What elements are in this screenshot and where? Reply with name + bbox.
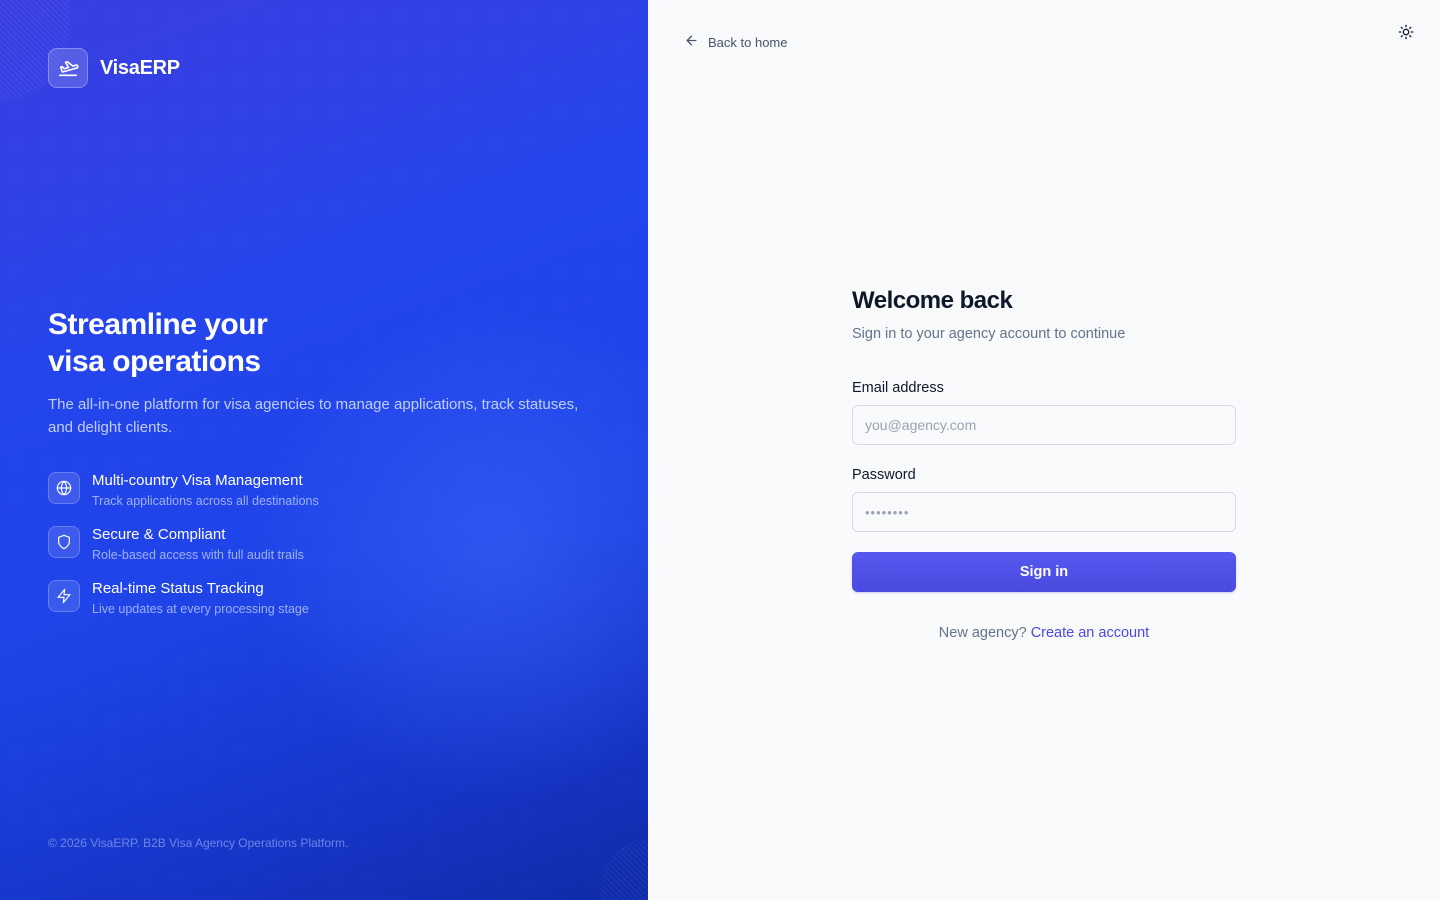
feature-item: Secure & Compliant Role-based access wit… [48, 526, 319, 580]
sun-icon [1398, 24, 1414, 45]
hero-headline-line1: Streamline your [48, 308, 268, 341]
back-to-home-label: Back to home [708, 34, 788, 50]
lightning-icon [48, 580, 80, 612]
feature-item: Multi-country Visa Management Track appl… [48, 472, 319, 526]
feature-item: Real-time Status Tracking Live updates a… [48, 580, 319, 634]
password-label: Password [852, 467, 916, 483]
feature-title: Secure & Compliant [92, 526, 226, 543]
brand-name: VisaERP [100, 56, 180, 79]
copyright: © 2026 VisaERP. B2B Visa Agency Operatio… [48, 836, 349, 850]
feature-list: Multi-country Visa Management Track appl… [48, 472, 319, 634]
hero-headline-line2: visa operations [48, 345, 261, 378]
feature-text: Secure & Compliant Role-based access wit… [92, 526, 304, 564]
hero-headline: Streamline your visa operations [48, 306, 528, 380]
feature-title: Multi-country Visa Management [92, 472, 303, 489]
hero-panel: VisaERP Streamline your visa operations … [0, 0, 648, 900]
email-field[interactable] [852, 405, 1236, 445]
feature-description: Role-based access with full audit trails [92, 548, 304, 562]
sign-in-form: Welcome back Sign in to your agency acco… [852, 286, 1236, 641]
feature-description: Track applications across all destinatio… [92, 494, 319, 508]
feature-text: Multi-country Visa Management Track appl… [92, 472, 319, 510]
globe-icon [48, 472, 80, 504]
arrow-left-icon [684, 33, 699, 51]
signup-prompt: New agency? [938, 625, 1027, 641]
feature-title: Real-time Status Tracking [92, 580, 264, 597]
signup-prompt-row: New agency? Create an account [852, 625, 1236, 641]
sign-in-button[interactable]: Sign in [852, 552, 1236, 592]
shield-icon [48, 526, 80, 558]
hero-description: The all-in-one platform for visa agencie… [48, 396, 579, 436]
form-title: Welcome back [852, 287, 1013, 314]
back-to-home-link[interactable]: Back to home [684, 32, 788, 52]
create-account-link[interactable]: Create an account [1031, 625, 1150, 641]
email-label: Email address [852, 380, 944, 396]
password-field[interactable] [852, 492, 1236, 532]
feature-text: Real-time Status Tracking Live updates a… [92, 580, 309, 618]
theme-toggle-button[interactable] [1394, 22, 1418, 46]
form-subtitle: Sign in to your agency account to contin… [852, 326, 1126, 342]
plane-takeoff-icon [48, 48, 88, 88]
feature-description: Live updates at every processing stage [92, 602, 309, 616]
brand: VisaERP [48, 48, 180, 88]
